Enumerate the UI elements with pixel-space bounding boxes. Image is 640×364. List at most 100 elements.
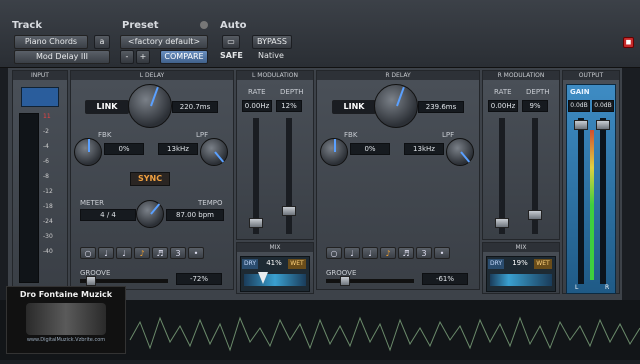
input-link-icon[interactable]: [21, 87, 59, 107]
r-fbk-label: FBK: [344, 131, 358, 139]
l-rate-display[interactable]: 0.00Hz: [242, 100, 272, 112]
note-button[interactable]: ♬: [398, 247, 414, 259]
l-depth-fader[interactable]: [286, 118, 292, 234]
r-delay-knob[interactable]: [374, 84, 418, 128]
note-button[interactable]: ○: [80, 247, 96, 259]
auto-section-label: Auto: [220, 20, 247, 31]
compare-button[interactable]: COMPARE: [160, 50, 208, 64]
l-delay-display[interactable]: 220.7ms: [172, 101, 218, 113]
l-delay-knob[interactable]: [128, 84, 172, 128]
bypass-button[interactable]: BYPASS: [252, 35, 292, 49]
output-l-fader[interactable]: [578, 118, 584, 284]
preset-selector[interactable]: <factory default>: [120, 35, 208, 49]
l-depth-display[interactable]: 12%: [276, 100, 302, 112]
r-rate-display[interactable]: 0.00Hz: [488, 100, 518, 112]
scale-mark: -12: [43, 188, 53, 195]
l-link-button[interactable]: LINK: [85, 100, 129, 114]
watermark-logo: Dro Fontaine Muzick www.DigitalMuzick.Vz…: [6, 286, 126, 354]
l-delay-header: L DELAY: [71, 71, 233, 80]
logo-url: www.DigitalMuzick.Vzbrite.com: [26, 337, 106, 343]
gain-r-display[interactable]: 0.0dB: [592, 100, 614, 112]
track-selector[interactable]: Piano Chords: [14, 35, 88, 49]
l-dry-label: DRY: [242, 259, 258, 269]
scale-mark: -8: [43, 173, 49, 180]
gain-label: GAIN: [570, 88, 590, 96]
preset-menu-icon[interactable]: [200, 21, 208, 29]
l-fbk-label: FBK: [98, 131, 112, 139]
scale-mark: -4: [43, 143, 49, 150]
r-depth-label: DEPTH: [526, 88, 550, 96]
preset-next-button[interactable]: +: [136, 50, 150, 64]
sync-button[interactable]: SYNC: [130, 172, 170, 186]
r-fbk-display[interactable]: 0%: [350, 143, 390, 155]
tempo-display[interactable]: 87.00 bpm: [166, 209, 224, 221]
r-depth-display[interactable]: 9%: [522, 100, 548, 112]
note-button[interactable]: ♩: [116, 247, 132, 259]
l-depth-label: DEPTH: [280, 88, 304, 96]
note-button[interactable]: ♪: [380, 247, 396, 259]
l-groove-handle[interactable]: [86, 276, 96, 286]
mouse-cursor-icon: [258, 272, 268, 284]
note-button[interactable]: ♪: [134, 247, 150, 259]
l-rate-handle[interactable]: [249, 218, 263, 228]
l-rate-label: RATE: [248, 88, 266, 96]
note-button[interactable]: •: [434, 247, 450, 259]
note-button[interactable]: ♩: [344, 247, 360, 259]
r-depth-handle[interactable]: [528, 210, 542, 220]
l-depth-handle[interactable]: [282, 206, 296, 216]
track-section-label: Track: [12, 20, 42, 31]
note-button[interactable]: •: [188, 247, 204, 259]
l-rate-fader[interactable]: [253, 118, 259, 234]
plugin-selector[interactable]: Mod Delay III: [14, 50, 110, 64]
r-delay-display[interactable]: 239.6ms: [418, 101, 464, 113]
r-mix-bar[interactable]: [490, 274, 552, 286]
note-button[interactable]: ♩: [98, 247, 114, 259]
r-rate-label: RATE: [494, 88, 512, 96]
meter-denominator: 4: [111, 211, 116, 219]
note-button[interactable]: 3: [416, 247, 432, 259]
r-dry-label: DRY: [488, 259, 504, 269]
scale-mark: -2: [43, 128, 49, 135]
note-button[interactable]: ♬: [152, 247, 168, 259]
safe-label[interactable]: SAFE: [220, 51, 243, 60]
l-lpf-display[interactable]: 13kHz: [158, 143, 198, 155]
r-delay-header: R DELAY: [317, 71, 479, 80]
r-lpf-knob[interactable]: [446, 138, 474, 166]
note-button[interactable]: ○: [326, 247, 342, 259]
l-lpf-label: LPF: [196, 131, 209, 139]
r-groove-display[interactable]: -61%: [422, 273, 468, 285]
l-mix-bar[interactable]: [244, 274, 306, 286]
l-groove-display[interactable]: -72%: [176, 273, 222, 285]
r-lpf-display[interactable]: 13kHz: [404, 143, 444, 155]
l-fbk-display[interactable]: 0%: [104, 143, 144, 155]
output-r-handle[interactable]: [596, 120, 610, 130]
scale-mark: -24: [43, 218, 53, 225]
l-fbk-knob[interactable]: [74, 138, 102, 166]
tempo-knob[interactable]: [136, 200, 164, 228]
note-button[interactable]: 3: [170, 247, 186, 259]
track-slot-button[interactable]: a: [94, 35, 110, 49]
output-r-fader[interactable]: [600, 118, 606, 284]
plugin-header: Track Preset Auto Piano Chords a Mod Del…: [0, 0, 640, 68]
r-rate-handle[interactable]: [495, 218, 509, 228]
r-lpf-label: LPF: [442, 131, 455, 139]
output-l-handle[interactable]: [574, 120, 588, 130]
r-fbk-knob[interactable]: [320, 138, 348, 166]
r-groove-handle[interactable]: [340, 276, 350, 286]
gain-l-display[interactable]: 0.0dB: [568, 100, 590, 112]
automation-button[interactable]: ▭: [222, 35, 240, 49]
record-icon[interactable]: ◼: [623, 37, 634, 48]
note-button[interactable]: ♩: [362, 247, 378, 259]
l-lpf-knob[interactable]: [200, 138, 228, 166]
r-rate-fader[interactable]: [499, 118, 505, 234]
r-mod-header: R MODULATION: [483, 71, 559, 80]
output-l-label: L: [575, 284, 579, 291]
logo-title: Dro Fontaine Muzick: [19, 290, 113, 299]
l-mod-header: L MODULATION: [237, 71, 313, 80]
r-link-button[interactable]: LINK: [332, 100, 376, 114]
input-meter-scale: 11 -2 -4 -6 -8 -12 -18 -24 -30 -40: [43, 113, 65, 283]
preset-prev-button[interactable]: -: [120, 50, 134, 64]
r-mix-header: MIX: [483, 243, 559, 252]
meter-display[interactable]: 4 / 4: [80, 209, 136, 221]
l-note-bar: ○ ♩ ♩ ♪ ♬ 3 •: [80, 241, 230, 260]
